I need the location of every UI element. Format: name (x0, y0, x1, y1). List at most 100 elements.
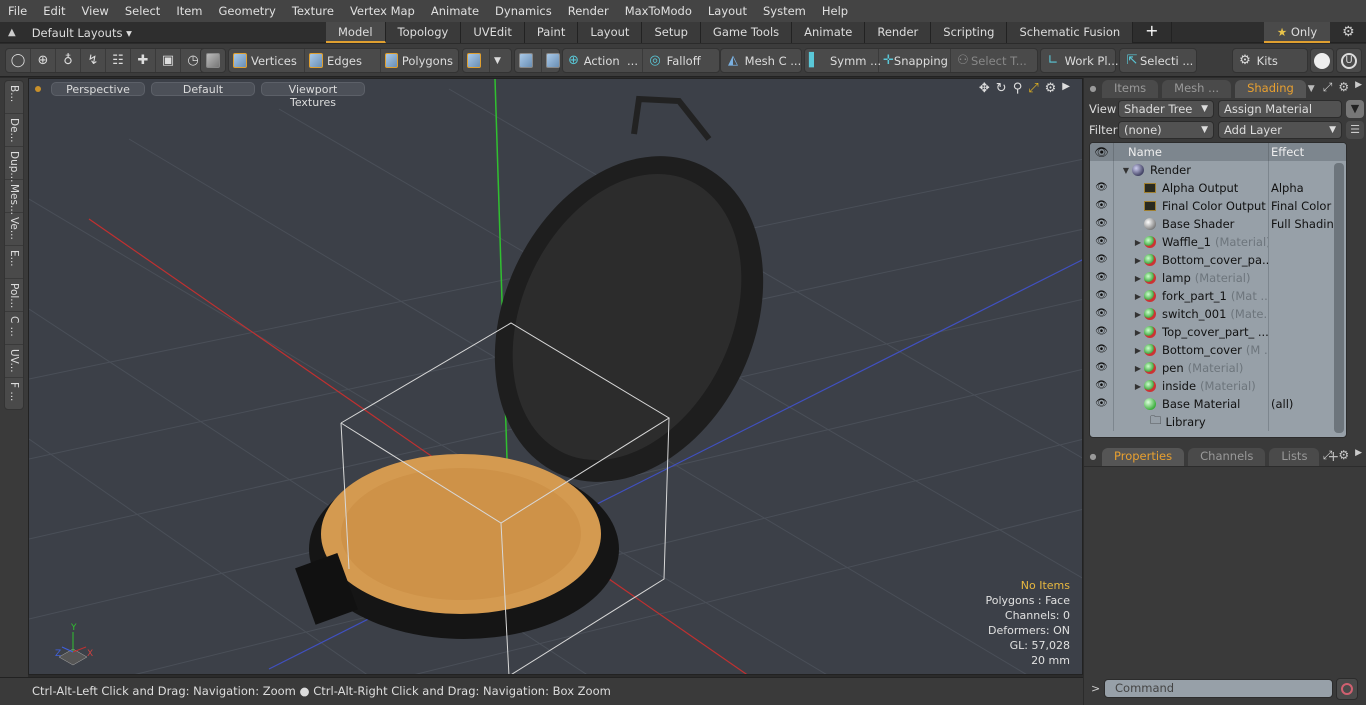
filter-funnel-icon[interactable]: ▼ (1346, 100, 1364, 118)
visibility-eye-icon[interactable]: 👁 (1090, 197, 1114, 215)
tool-tab[interactable]: C ... (5, 312, 23, 345)
menu-system[interactable]: System (755, 4, 814, 18)
tab-paint[interactable]: Paint (524, 22, 579, 43)
menu-animate[interactable]: Animate (423, 4, 487, 18)
expand-arrow-icon[interactable]: ▶ (1132, 328, 1144, 337)
add-tab-icon[interactable]: + (1133, 22, 1172, 43)
expand-arrow-icon[interactable]: ▶ (1132, 256, 1144, 265)
expand-arrow-icon[interactable]: ▶ (1132, 382, 1144, 391)
expand-arrow-icon[interactable]: ▶ (1132, 364, 1144, 373)
panel-gear-icon[interactable]: ⚙ (1338, 80, 1349, 95)
shader-tree-row[interactable]: 👁▶fork_part_1(Mat ...▼ (1090, 287, 1346, 305)
shader-tree-row[interactable]: 👁▶Waffle_1(Material)▼ (1090, 233, 1346, 251)
visibility-eye-icon[interactable]: 👁 (1090, 341, 1114, 359)
sphere-tool-icon[interactable]: ⊕ (31, 49, 56, 72)
tool-tab[interactable]: Mes... (5, 180, 23, 215)
tab-scripting[interactable]: Scripting (931, 22, 1008, 43)
shader-tree-row[interactable]: 👁▶lamp(Material)▼ (1090, 269, 1346, 287)
expand-arrow-icon[interactable]: ▶ (1132, 292, 1144, 301)
visibility-eye-icon[interactable]: 👁 (1090, 305, 1114, 323)
menu-maxtomodo[interactable]: MaxToModo (617, 4, 700, 18)
tab-schematic-fusion[interactable]: Schematic Fusion (1007, 22, 1134, 43)
panel-tab-items[interactable]: Items (1102, 80, 1159, 98)
action-button[interactable]: ⊕ Action ... (563, 49, 643, 72)
menu-vertex-map[interactable]: Vertex Map (342, 4, 423, 18)
panel-dot-icon[interactable]: ● (1084, 80, 1102, 98)
effect-column-header[interactable]: Effect (1269, 143, 1304, 161)
menu-texture[interactable]: Texture (284, 4, 342, 18)
tabs-dropdown-icon[interactable]: ▼ (1308, 80, 1315, 98)
tool-tab[interactable]: B... (5, 81, 23, 114)
kits-button[interactable]: ⚙ Kits (1232, 48, 1308, 73)
viewport-menu-dot[interactable] (35, 86, 41, 92)
rotate-icon[interactable]: ↻ (996, 81, 1007, 96)
visibility-eye-icon[interactable]: 👁 (1090, 251, 1114, 269)
3d-viewport[interactable]: Y X Z Perspective Default Viewport Textu… (28, 78, 1083, 675)
unity-button[interactable] (1310, 48, 1334, 73)
shader-tree-row[interactable]: 👁▶pen(Material)▼ (1090, 359, 1346, 377)
shading-style-button[interactable]: Default (151, 82, 255, 96)
pivot-icon[interactable] (515, 49, 542, 72)
filter-dropdown[interactable]: (none) ▼ (1118, 121, 1214, 139)
tab-layout[interactable]: Layout (578, 22, 643, 43)
command-input[interactable]: Command (1104, 679, 1333, 698)
expand-arrow-icon[interactable]: ▼ (1120, 166, 1132, 175)
shader-tree-row[interactable]: 👁▶Bottom_cover_pa...▼ (1090, 251, 1346, 269)
tab-animate[interactable]: Animate (792, 22, 866, 43)
add-layer-dropdown[interactable]: Add Layer ▼ (1218, 121, 1342, 139)
layout-selector[interactable]: ▲ Default Layouts ▾ (8, 22, 132, 43)
shader-tree-row[interactable]: 👁▶switch_001(Mate...▼ (1090, 305, 1346, 323)
expand-arrow-icon[interactable]: ▶ (1132, 274, 1144, 283)
circle-tool-icon[interactable]: ◯ (6, 49, 31, 72)
panel-expand-icon[interactable]: ⤢ (1323, 80, 1333, 95)
panel-arrow-icon[interactable]: ▶ (1355, 448, 1362, 463)
falloff-button[interactable]: ◎ Falloff (643, 49, 705, 72)
shader-tree-row[interactable]: 👁▶Top_cover_part_ ...▼ (1090, 323, 1346, 341)
tab-render[interactable]: Render (865, 22, 932, 43)
tab-setup[interactable]: Setup (642, 22, 701, 43)
viewport-textures-button[interactable]: Viewport Textures (261, 82, 365, 109)
visibility-eye-icon[interactable] (1090, 413, 1114, 431)
tab-model[interactable]: Model (326, 22, 386, 43)
menu-layout[interactable]: Layout (700, 4, 755, 18)
panel-dot-icon[interactable]: ● (1084, 448, 1102, 466)
selection-sets-button[interactable]: ⇱ Selecti ... (1119, 48, 1197, 73)
view-type-button[interactable]: Perspective (51, 82, 145, 96)
tool-tab[interactable]: E... (5, 246, 23, 279)
visibility-eye-icon[interactable] (1090, 161, 1114, 179)
command-history-button[interactable] (1336, 678, 1358, 700)
visibility-eye-icon[interactable]: 👁 (1090, 215, 1114, 233)
tab-uvedit[interactable]: UVEdit (461, 22, 525, 43)
panel-arrow-icon[interactable]: ▶ (1355, 80, 1362, 95)
expand-arrow-icon[interactable]: ▶ (1132, 346, 1144, 355)
shader-tree-row[interactable]: 👁▶inside(Material)▼ (1090, 377, 1346, 395)
panel-gear-icon[interactable]: ⚙ (1338, 448, 1349, 463)
menu-file[interactable]: File (0, 4, 35, 18)
visibility-eye-icon[interactable]: 👁 (1090, 269, 1114, 287)
menu-dynamics[interactable]: Dynamics (487, 4, 560, 18)
menu-help[interactable]: Help (814, 4, 856, 18)
mode-dropdown[interactable]: ▼ (490, 49, 505, 72)
panel-tab-mesh[interactable]: Mesh ... (1162, 80, 1232, 98)
symmetry-button[interactable]: ▌ Symm ... (805, 49, 881, 72)
menu-render[interactable]: Render (560, 4, 617, 18)
visibility-eye-icon[interactable]: 👁 (1090, 359, 1114, 377)
polygons-button[interactable]: Polygons (381, 49, 457, 72)
visibility-eye-icon[interactable]: 👁 (1090, 323, 1114, 341)
view-dropdown[interactable]: Shader Tree ▼ (1118, 100, 1214, 118)
shader-tree-row[interactable]: 👁Base Material(all)▼ (1090, 395, 1346, 413)
visibility-eye-icon[interactable]: 👁 (1090, 179, 1114, 197)
viewport-gear-icon[interactable]: ⚙ (1045, 81, 1057, 96)
item-mode-button[interactable] (200, 48, 226, 73)
select-through-button[interactable]: ⚇ Select T... (951, 49, 1031, 72)
shader-tree-scrollbar[interactable] (1334, 163, 1344, 433)
tab-topology[interactable]: Topology (385, 22, 462, 43)
tool-tab[interactable]: F ... (5, 378, 23, 411)
viewport-expand-arrow-icon[interactable]: ▶ (1062, 81, 1070, 96)
list-options-icon[interactable]: ☰ (1346, 121, 1364, 139)
tool-tab[interactable]: Pol... (5, 279, 23, 312)
stack-tool-icon[interactable]: ☷ (106, 49, 131, 72)
shader-tree-row[interactable]: ▼ Render (1090, 161, 1346, 179)
menu-geometry[interactable]: Geometry (211, 4, 284, 18)
assign-material-button[interactable]: Assign Material (1218, 100, 1342, 118)
